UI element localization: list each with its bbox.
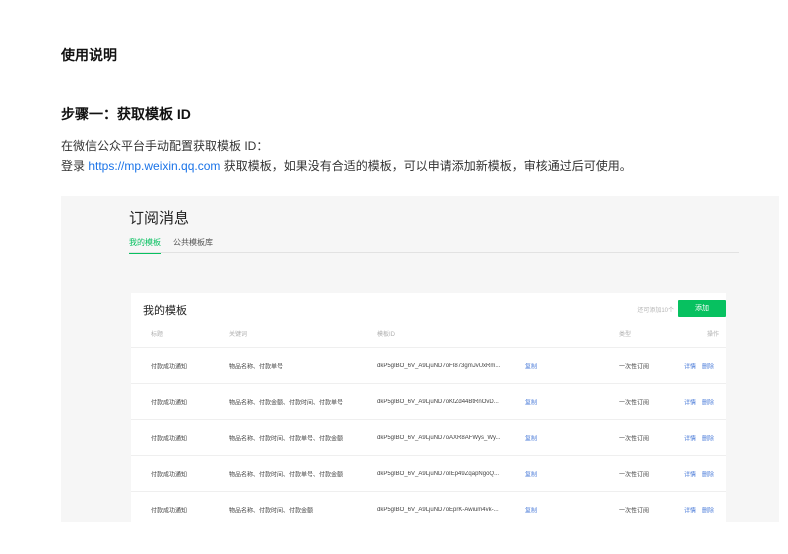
delete-link[interactable]: 删除 [702, 469, 714, 478]
row-keywords: 物品名称、付款时间、付款单号、付款金额 [229, 472, 344, 478]
row-actions: 详情 删除 [684, 505, 714, 514]
delete-link[interactable]: 删除 [702, 433, 714, 442]
table-header: 标题 关键词 模板ID 类型 操作 [131, 327, 726, 341]
row-type: 一次性订阅 [619, 472, 650, 478]
row-title: 付款成功通知 [151, 508, 188, 514]
col-keywords: 关键词 [229, 332, 248, 338]
table-row: 付款成功通知 物品名称、付款时间、付款单号、付款金额 dkP5gIBO_6V_A9L… [131, 455, 726, 491]
col-ops: 操作 [707, 332, 720, 338]
detail-link[interactable]: 详情 [684, 433, 696, 442]
row-type: 一次性订阅 [619, 400, 650, 406]
copy-link[interactable]: 复制 [525, 505, 537, 514]
mp-weixin-link[interactable]: https://mp.weixin.qq.com [88, 159, 220, 173]
row-actions: 详情 删除 [684, 397, 714, 406]
row-template-id: dkP5gIBO_6V_A9LjuND7oIEp49ZqapNgoQ... [377, 470, 500, 477]
instruction-line-2: 登录 https://mp.weixin.qq.com 获取模板，如果没有合适的… [61, 157, 632, 174]
copy-link[interactable]: 复制 [525, 469, 537, 478]
embedded-screenshot: 订阅消息 我的模板 公共模板库 我的模板 还可添加10个 添加 标题 关键词 模… [61, 196, 779, 522]
row-keywords: 物品名称、付款单号 [229, 364, 284, 370]
row-actions: 详情 删除 [684, 433, 714, 442]
table-row: 付款成功通知 物品名称、付款时间、付款金额 dkP5gIBO_6V_A9LjuND7… [131, 491, 726, 522]
step-heading: 步骤一：获取模板 ID [61, 106, 191, 122]
row-actions: 详情 删除 [684, 361, 714, 370]
card-title: 我的模板 [143, 305, 187, 317]
templates-card: 我的模板 还可添加10个 添加 标题 关键词 模板ID 类型 操作 付款成功通知… [131, 293, 726, 522]
limit-text: 还可添加10个 [637, 308, 674, 314]
row-title: 付款成功通知 [151, 436, 188, 442]
row-title: 付款成功通知 [151, 400, 188, 406]
row-keywords: 物品名称、付款金额、付款时间、付款单号 [229, 400, 344, 406]
row-title: 付款成功通知 [151, 364, 188, 370]
screenshot-header: 订阅消息 我的模板 公共模板库 [61, 196, 779, 266]
row-title: 付款成功通知 [151, 472, 188, 478]
row-template-id: dkP5gIBO_6V_A9LjuND7oEprK-Awium4vk-... [377, 506, 499, 513]
instruction-prefix: 登录 [61, 159, 89, 173]
tab-divider [129, 252, 739, 253]
copy-link[interactable]: 复制 [525, 361, 537, 370]
row-type: 一次性订阅 [619, 436, 650, 442]
col-title: 标题 [151, 332, 164, 338]
copy-link[interactable]: 复制 [525, 433, 537, 442]
row-type: 一次性订阅 [619, 508, 650, 514]
row-actions: 详情 删除 [684, 469, 714, 478]
instruction-suffix: 获取模板，如果没有合适的模板，可以申请添加新模板，审核通过后可使用。 [220, 159, 632, 173]
col-type: 类型 [619, 332, 632, 338]
subscription-title: 订阅消息 [129, 210, 190, 227]
table-row: 付款成功通知 物品名称、付款金额、付款时间、付款单号 dkP5gIBO_6V_A9L… [131, 383, 726, 419]
detail-link[interactable]: 详情 [684, 469, 696, 478]
detail-link[interactable]: 详情 [684, 397, 696, 406]
delete-link[interactable]: 删除 [702, 361, 714, 370]
delete-link[interactable]: 删除 [702, 397, 714, 406]
table-row: 付款成功通知 物品名称、付款时间、付款单号、付款金额 dkP5gIBO_6V_A9L… [131, 419, 726, 455]
add-button[interactable]: 添加 [678, 300, 726, 317]
instruction-line-1: 在微信公众平台手动配置获取模板 ID： [61, 139, 269, 153]
row-template-id: dkP5gIBO_6V_A9LjuND7oKtZd44BtRnOvD... [377, 398, 499, 405]
row-template-id: dkP5gIBO_6V_A9LjuND7oAXR8AFWys_Wy... [377, 434, 501, 441]
row-keywords: 物品名称、付款时间、付款金额 [229, 508, 314, 514]
row-keywords: 物品名称、付款时间、付款单号、付款金额 [229, 436, 344, 442]
row-type: 一次性订阅 [619, 364, 650, 370]
col-template-id: 模板ID [377, 332, 396, 338]
detail-link[interactable]: 详情 [684, 361, 696, 370]
page-title: 使用说明 [61, 47, 117, 63]
row-template-id: dkP5gIBO_6V_A9LjuND7oFI873gmJvUxRm... [377, 362, 501, 369]
delete-link[interactable]: 删除 [702, 505, 714, 514]
table-row: 付款成功通知 物品名称、付款单号 dkP5gIBO_6V_A9LjuND7oFI87… [131, 347, 726, 383]
detail-link[interactable]: 详情 [684, 505, 696, 514]
copy-link[interactable]: 复制 [525, 397, 537, 406]
